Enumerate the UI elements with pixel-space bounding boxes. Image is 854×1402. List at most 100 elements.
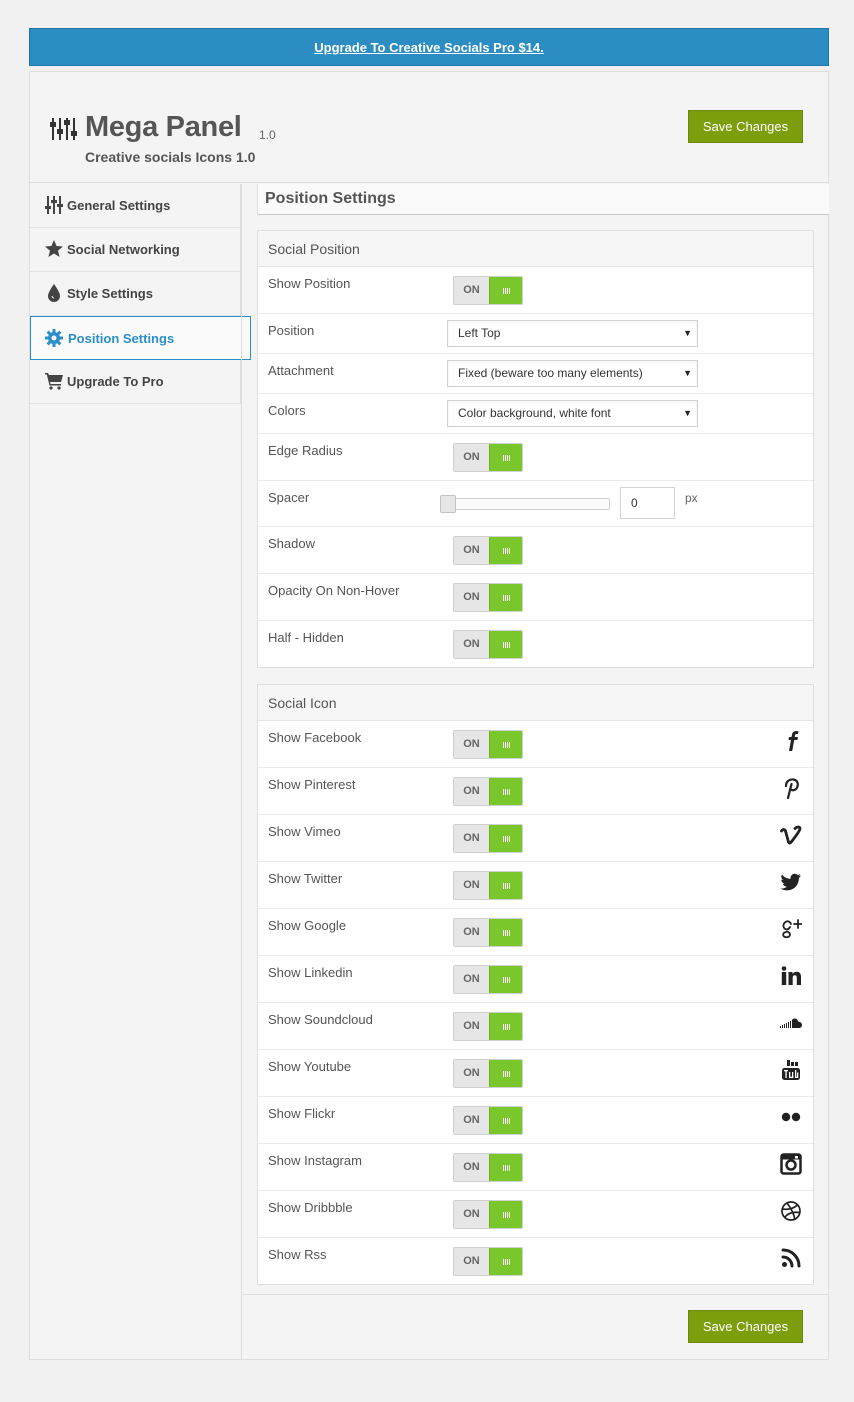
sidebar-item-position-settings[interactable]: Position Settings [30, 316, 251, 360]
box-heading: Social Position [258, 231, 813, 267]
box-heading: Social Icon [258, 685, 813, 721]
pinterest-toggle[interactable]: ON [453, 777, 523, 806]
toggle-on-label: ON [454, 631, 489, 658]
sidebar-item-social-networking[interactable]: Social Networking [30, 228, 241, 272]
show-position-toggle[interactable]: ON [453, 276, 523, 305]
row-spacer: Spacer px [258, 481, 813, 527]
colors-select[interactable]: Color background, white font ▼ [447, 400, 698, 427]
row-show-rss: Show Rss ON [258, 1238, 813, 1284]
row-label: Show Flickr [268, 1106, 336, 1121]
sidebar-item-general-settings[interactable]: General Settings [30, 184, 241, 228]
page-subtitle: Creative socials Icons 1.0 [85, 149, 256, 165]
toggle-on-label: ON [454, 1248, 489, 1275]
toggle-on-label: ON [454, 1013, 489, 1040]
row-show-vimeo: Show Vimeo ON [258, 815, 813, 862]
row-position: Position Left Top ▼ [258, 314, 813, 354]
toggle-on-label: ON [454, 872, 489, 899]
toggle-on-label: ON [454, 966, 489, 993]
save-changes-bottom-button[interactable]: Save Changes [688, 1310, 803, 1343]
youtube-icon [782, 1060, 800, 1080]
toggle-knob [489, 872, 522, 899]
toggle-knob [489, 966, 522, 993]
row-label: Show Soundcloud [268, 1012, 373, 1027]
twitter-toggle[interactable]: ON [453, 871, 523, 900]
opacity-toggle[interactable]: ON [453, 583, 523, 612]
soundcloud-toggle[interactable]: ON [453, 1012, 523, 1041]
toggle-knob [489, 825, 522, 852]
toggle-on-label: ON [454, 444, 489, 471]
row-show-flickr: Show Flickr ON [258, 1097, 813, 1144]
edge-radius-toggle[interactable]: ON [453, 443, 523, 472]
panel-header: Mega Panel 1.0 Creative socials Icons 1.… [30, 72, 828, 183]
google-toggle[interactable]: ON [453, 918, 523, 947]
vimeo-toggle[interactable]: ON [453, 824, 523, 853]
dribbble-icon [781, 1201, 801, 1221]
toggle-knob [489, 1154, 522, 1181]
toggle-knob [489, 631, 522, 658]
row-label: Opacity On Non-Hover [268, 583, 400, 598]
google-plus-icon [782, 919, 802, 939]
facebook-toggle[interactable]: ON [453, 730, 523, 759]
toggle-knob [489, 277, 522, 304]
social-position-box: Social Position Show Position ON Positio… [257, 230, 814, 668]
row-show-instagram: Show Instagram ON [258, 1144, 813, 1191]
attachment-select[interactable]: Fixed (beware too many elements) ▼ [447, 360, 698, 387]
row-opacity-non-hover: Opacity On Non-Hover ON [258, 574, 813, 621]
row-show-youtube: Show Youtube ON [258, 1050, 813, 1097]
unit-label: px [685, 491, 698, 505]
linkedin-toggle[interactable]: ON [453, 965, 523, 994]
toggle-knob [489, 919, 522, 946]
pinterest-icon [784, 778, 799, 799]
toggle-knob [489, 1248, 522, 1275]
sidebar-item-label: Position Settings [68, 331, 175, 346]
toggle-knob [489, 1013, 522, 1040]
position-select[interactable]: Left Top ▼ [447, 320, 698, 347]
row-edge-radius: Edge Radius ON [258, 434, 813, 481]
toggle-knob [489, 778, 522, 805]
half-hidden-toggle[interactable]: ON [453, 630, 523, 659]
row-label: Show Dribbble [268, 1200, 353, 1215]
dropdown-arrow-icon: ▼ [683, 408, 692, 418]
shadow-toggle[interactable]: ON [453, 536, 523, 565]
toggle-on-label: ON [454, 584, 489, 611]
row-label: Half - Hidden [268, 630, 344, 645]
spacer-slider[interactable] [440, 495, 610, 513]
row-show-twitter: Show Twitter ON [258, 862, 813, 909]
cart-icon [45, 373, 63, 390]
star-icon [45, 240, 63, 257]
toggle-on-label: ON [454, 277, 489, 304]
toggle-on-label: ON [454, 1107, 489, 1134]
drop-icon [48, 284, 60, 302]
save-changes-button[interactable]: Save Changes [688, 110, 803, 143]
row-label: Show Twitter [268, 871, 343, 886]
row-label: Spacer [268, 490, 310, 505]
toggle-knob [489, 1201, 522, 1228]
row-show-facebook: Show Facebook ON [258, 721, 813, 768]
dropdown-arrow-icon: ▼ [683, 368, 692, 378]
rss-toggle[interactable]: ON [453, 1247, 523, 1276]
sidebar-item-label: Style Settings [67, 286, 153, 301]
sidebar: General Settings Social Networking Style… [30, 184, 251, 404]
toggle-on-label: ON [454, 731, 489, 758]
toggle-knob [489, 1060, 522, 1087]
dribbble-toggle[interactable]: ON [453, 1200, 523, 1229]
slider-handle[interactable] [440, 495, 456, 513]
row-label: Show Facebook [268, 730, 362, 745]
mega-panel: Mega Panel 1.0 Creative socials Icons 1.… [29, 71, 829, 1360]
sidebar-item-style-settings[interactable]: Style Settings [30, 272, 241, 316]
row-show-linkedin: Show Linkedin ON [258, 956, 813, 1003]
instagram-toggle[interactable]: ON [453, 1153, 523, 1182]
row-label: Show Linkedin [268, 965, 353, 980]
row-shadow: Shadow ON [258, 527, 813, 574]
sidebar-item-upgrade-to-pro[interactable]: Upgrade To Pro [30, 360, 241, 404]
upgrade-link[interactable]: Upgrade To Creative Socials Pro $14. [314, 40, 544, 55]
flickr-toggle[interactable]: ON [453, 1106, 523, 1135]
toggle-on-label: ON [454, 537, 489, 564]
twitter-icon [780, 873, 801, 891]
version-label: 1.0 [259, 128, 276, 142]
youtube-toggle[interactable]: ON [453, 1059, 523, 1088]
sidebar-item-label: General Settings [67, 198, 171, 213]
spacer-input[interactable] [620, 487, 675, 519]
row-label: Show Vimeo [268, 824, 341, 839]
row-label: Shadow [268, 536, 315, 551]
